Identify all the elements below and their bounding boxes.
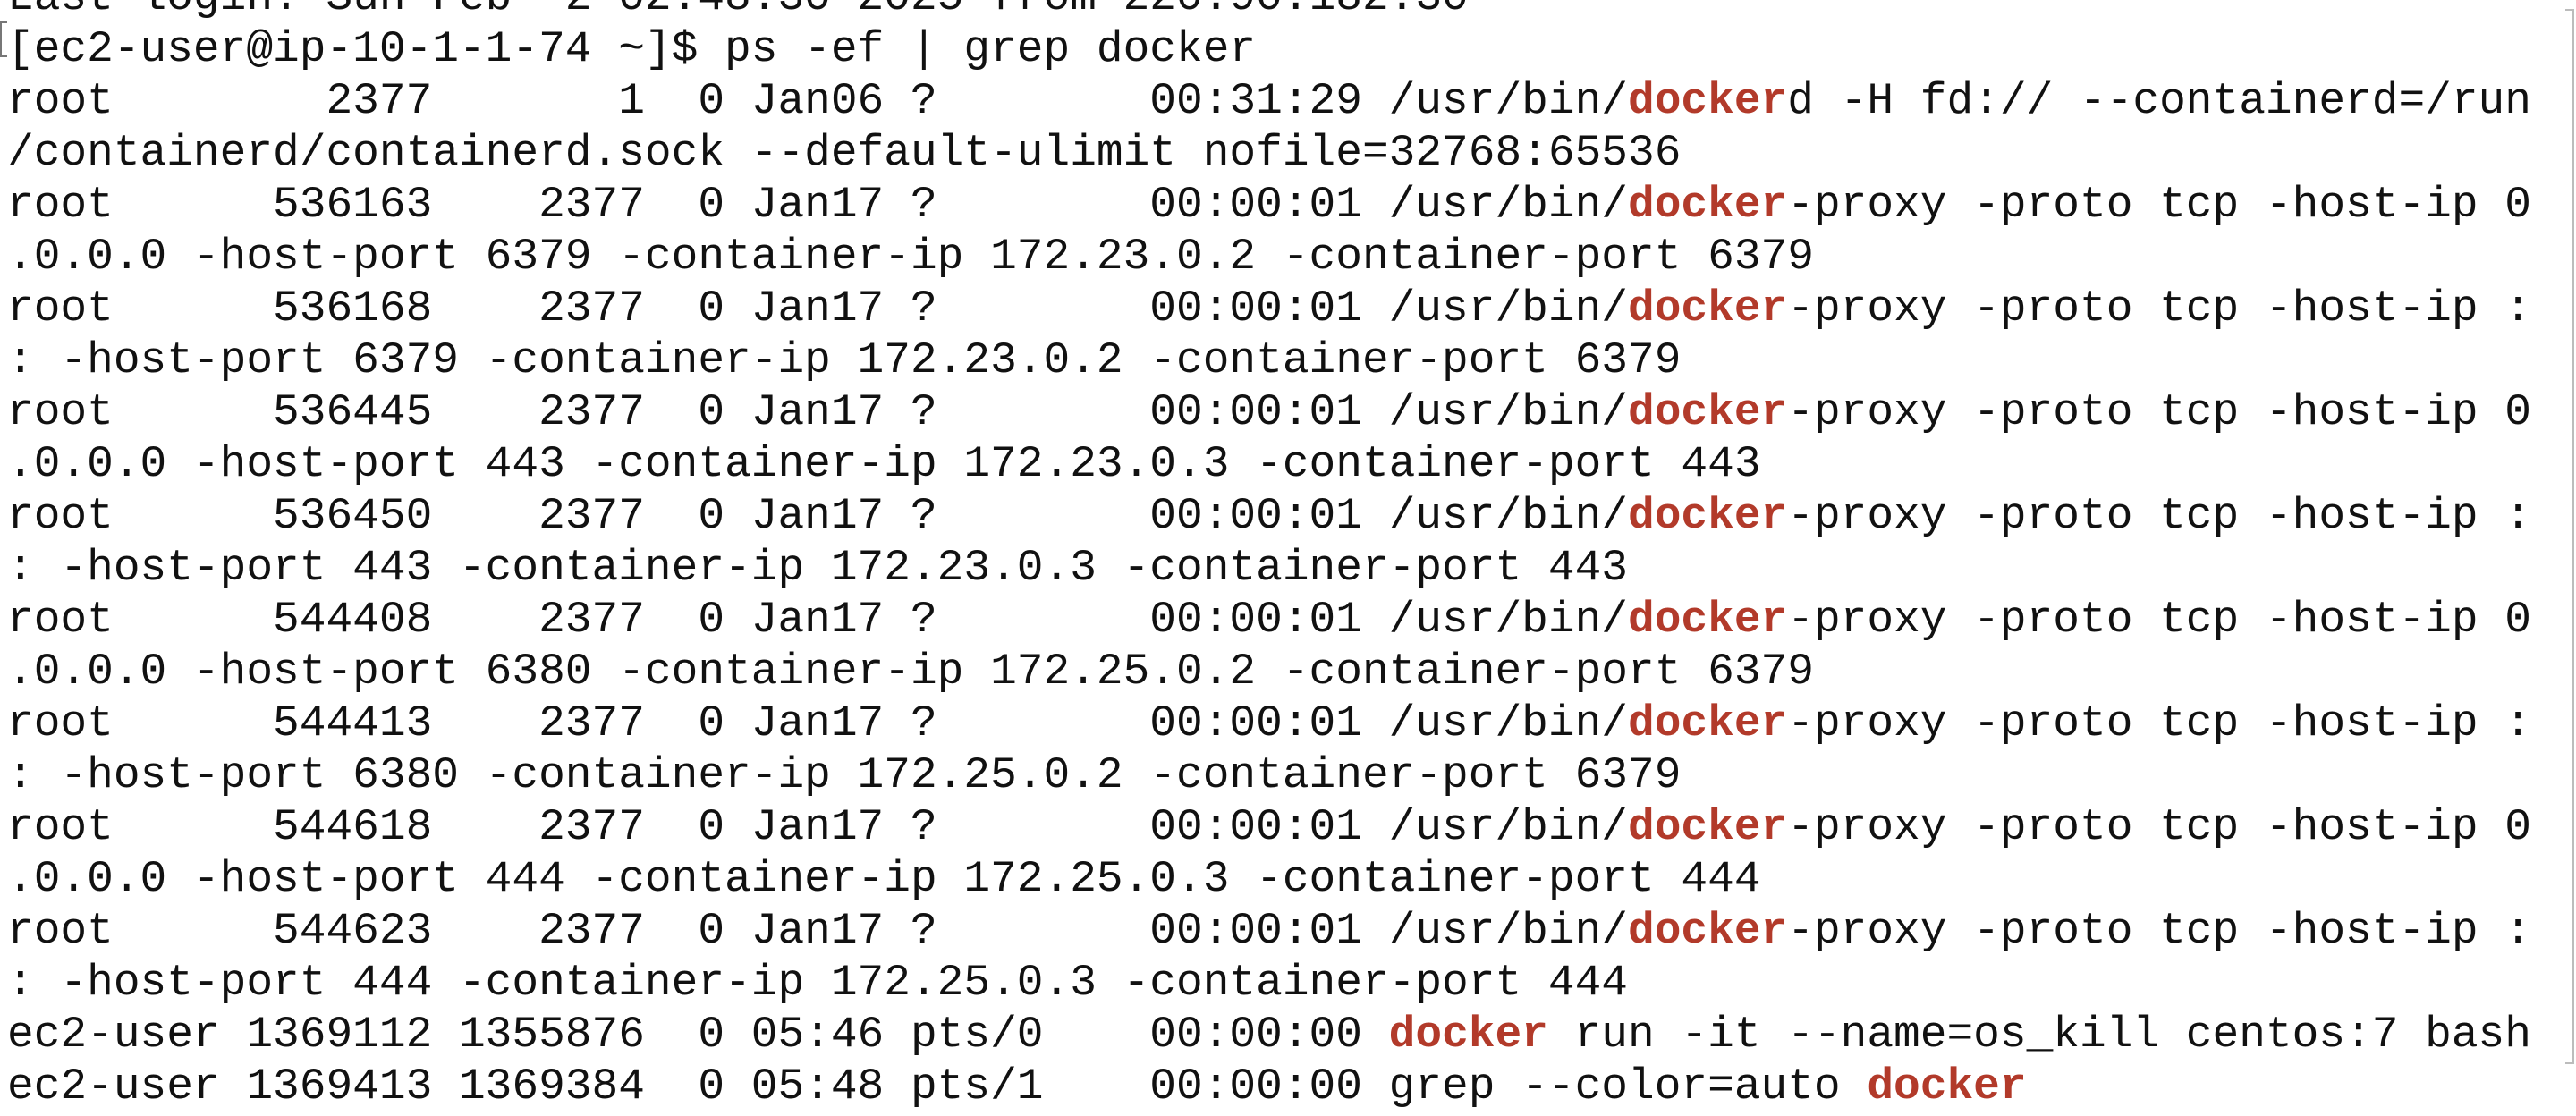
terminal-line: .0.0.0 -host-port 443 -container-ip 172.… [7, 438, 2571, 490]
terminal-line: root 2377 1 0 Jan06 ? 00:31:29 /usr/bin/… [7, 75, 2571, 127]
terminal-line: root 536445 2377 0 Jan17 ? 00:00:01 /usr… [7, 386, 2571, 438]
terminal-text: .0.0.0 -host-port 6380 -container-ip 172… [7, 647, 1814, 697]
terminal-text: -proxy -proto tcp -host-ip : [1787, 491, 2531, 541]
terminal-text: root 2377 1 0 Jan06 ? 00:31:29 /usr/bin/ [7, 76, 1628, 126]
grep-match-highlight: docker [1628, 698, 1788, 748]
terminal-text: Last login: Sun Feb 2 02:48:30 2025 from… [7, 0, 1469, 22]
terminal-line: : -host-port 444 -container-ip 172.25.0.… [7, 957, 2571, 1009]
terminal-text: root 536445 2377 0 Jan17 ? 00:00:01 /usr… [7, 387, 1628, 437]
grep-match-highlight: docker [1628, 180, 1788, 230]
terminal-text: -proxy -proto tcp -host-ip 0 [1787, 802, 2531, 852]
grep-match-highlight: docker [1628, 802, 1788, 852]
terminal-text: ec2-user 1369413 1369384 0 05:48 pts/1 0… [7, 1061, 1868, 1112]
grep-match-highlight: docker [1628, 491, 1788, 541]
grep-match-highlight: docker [1628, 387, 1788, 437]
line-marker-bracket [0, 21, 7, 57]
terminal-line: : -host-port 443 -container-ip 172.23.0.… [7, 542, 2571, 594]
terminal-line: root 544623 2377 0 Jan17 ? 00:00:01 /usr… [7, 905, 2571, 957]
grep-match-highlight: docker [1628, 283, 1788, 334]
terminal-line: .0.0.0 -host-port 444 -container-ip 172.… [7, 853, 2571, 905]
terminal-text: -proxy -proto tcp -host-ip : [1787, 698, 2531, 748]
terminal-line: ec2-user 1369112 1355876 0 05:46 pts/0 0… [7, 1009, 2571, 1061]
terminal-text: -proxy -proto tcp -host-ip : [1787, 906, 2531, 956]
terminal-window[interactable]: Last login: Sun Feb 2 02:48:30 2025 from… [0, 0, 2576, 1116]
terminal-text: : -host-port 6380 -container-ip 172.25.0… [7, 750, 1682, 800]
terminal-text: .0.0.0 -host-port 444 -container-ip 172.… [7, 854, 1761, 904]
terminal-text: ec2-user 1369112 1355876 0 05:46 pts/0 0… [7, 1010, 1389, 1060]
terminal-line: root 544618 2377 0 Jan17 ? 00:00:01 /usr… [7, 801, 2571, 853]
terminal-line: [ec2-user@ip-10-1-1-74 ~]$ [7, 1112, 2571, 1116]
terminal-line: .0.0.0 -host-port 6379 -container-ip 172… [7, 231, 2571, 283]
terminal-text: d -H fd:// --containerd=/run [1787, 76, 2531, 126]
terminal-text: -proxy -proto tcp -host-ip 0 [1787, 387, 2531, 437]
terminal-text: .0.0.0 -host-port 443 -container-ip 172.… [7, 439, 1761, 489]
terminal-text: -proxy -proto tcp -host-ip 0 [1787, 180, 2531, 230]
terminal-text: root 536450 2377 0 Jan17 ? 00:00:01 /usr… [7, 491, 1628, 541]
terminal-line: [ec2-user@ip-10-1-1-74 ~]$ ps -ef | grep… [7, 23, 2571, 75]
terminal-text: [ec2-user@ip-10-1-1-74 ~]$ ps -ef | grep… [7, 24, 1257, 74]
terminal-line: ec2-user 1369413 1369384 0 05:48 pts/1 0… [7, 1061, 2571, 1112]
terminal-text: -proxy -proto tcp -host-ip : [1787, 283, 2531, 334]
terminal-text: root 544413 2377 0 Jan17 ? 00:00:01 /usr… [7, 698, 1628, 748]
terminal-line: : -host-port 6380 -container-ip 172.25.0… [7, 749, 2571, 801]
terminal-line: /containerd/containerd.sock --default-ul… [7, 127, 2571, 179]
terminal-text: run -it --name=os_kill centos:7 bash [1547, 1010, 2531, 1060]
terminal-line: .0.0.0 -host-port 6380 -container-ip 172… [7, 646, 2571, 698]
terminal-line: root 536450 2377 0 Jan17 ? 00:00:01 /usr… [7, 490, 2571, 542]
terminal-text: root 544618 2377 0 Jan17 ? 00:00:01 /usr… [7, 802, 1628, 852]
terminal-line: Last login: Sun Feb 2 02:48:30 2025 from… [7, 0, 2571, 23]
terminal-line: : -host-port 6379 -container-ip 172.23.0… [7, 334, 2571, 386]
terminal-text: -proxy -proto tcp -host-ip 0 [1787, 595, 2531, 645]
terminal-line: root 536163 2377 0 Jan17 ? 00:00:01 /usr… [7, 179, 2571, 231]
terminal-text: root 544408 2377 0 Jan17 ? 00:00:01 /usr… [7, 595, 1628, 645]
terminal-output: Last login: Sun Feb 2 02:48:30 2025 from… [7, 0, 2571, 1116]
grep-match-highlight: docker [1867, 1061, 2027, 1112]
terminal-text: /containerd/containerd.sock --default-ul… [7, 128, 1682, 178]
grep-match-highlight: docker [1628, 595, 1788, 645]
terminal-text: .0.0.0 -host-port 6379 -container-ip 172… [7, 232, 1814, 282]
terminal-line: root 536168 2377 0 Jan17 ? 00:00:01 /usr… [7, 283, 2571, 334]
terminal-line: root 544413 2377 0 Jan17 ? 00:00:01 /usr… [7, 698, 2571, 749]
grep-match-highlight: docker [1628, 76, 1788, 126]
terminal-text: : -host-port 444 -container-ip 172.25.0.… [7, 958, 1628, 1008]
grep-match-highlight: docker [1388, 1010, 1548, 1060]
terminal-text: root 544623 2377 0 Jan17 ? 00:00:01 /usr… [7, 906, 1628, 956]
terminal-line: root 544408 2377 0 Jan17 ? 00:00:01 /usr… [7, 594, 2571, 646]
terminal-text: root 536163 2377 0 Jan17 ? 00:00:01 /usr… [7, 180, 1628, 230]
terminal-text: : -host-port 443 -container-ip 172.23.0.… [7, 543, 1628, 593]
grep-match-highlight: docker [1628, 906, 1788, 956]
terminal-text: : -host-port 6379 -container-ip 172.23.0… [7, 335, 1682, 385]
terminal-text: root 536168 2377 0 Jan17 ? 00:00:01 /usr… [7, 283, 1628, 334]
